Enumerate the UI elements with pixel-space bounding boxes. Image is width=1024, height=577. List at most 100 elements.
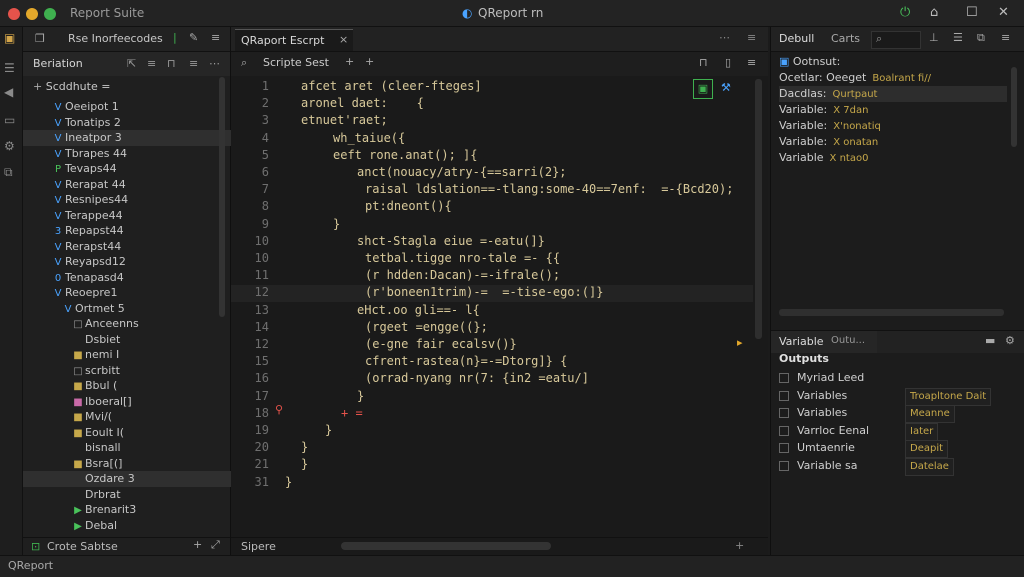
close-window-button[interactable] [8, 8, 20, 20]
output-value-chip[interactable]: Datelae [905, 457, 954, 476]
search-input[interactable]: ⌕ [871, 31, 921, 49]
output-row[interactable]: Variables [779, 405, 847, 421]
output-value-chip[interactable]: Meanne [905, 405, 955, 423]
tree-item[interactable]: V Tbrapes 44 [23, 146, 241, 162]
tree-item[interactable]: 0 Tenapasd4 [23, 270, 241, 286]
code-line[interactable]: anct(nouacy/atry-{==sarri(2}; [357, 165, 567, 179]
tree-item[interactable]: □ Anceenns [23, 316, 261, 332]
tree-item[interactable]: ▶ Debal [23, 518, 261, 534]
breakpoint-icon[interactable]: ⚲ [275, 403, 283, 416]
zoom-window-button[interactable] [44, 8, 56, 20]
code-line[interactable]: cfrent-rastea(n}=-=Dtorg]} { [365, 354, 567, 368]
add-icon[interactable]: + [193, 538, 202, 551]
output-checkbox[interactable] [779, 373, 789, 383]
warning-icon[interactable]: ▸ [737, 336, 743, 349]
code-line[interactable]: (e-gne fair ecalsv()} [365, 337, 517, 351]
code-line[interactable]: eHct.oo gli==- l{ [357, 303, 480, 317]
close-icon[interactable]: ✕ [998, 5, 1009, 20]
tree-item[interactable]: V Tonatips 2 [23, 115, 241, 131]
horizontal-scrollbar[interactable] [341, 542, 551, 550]
tree-item[interactable]: V Terappe44 [23, 208, 241, 224]
lock-icon[interactable]: ⊓ [699, 56, 708, 69]
step-icon[interactable]: ⊥ [929, 31, 939, 44]
extensions-icon[interactable]: ⧉ [4, 165, 13, 180]
maximize-icon[interactable]: ☐ [966, 5, 978, 20]
tree-header[interactable]: + Scddhute = [33, 80, 110, 93]
code-line[interactable]: } [285, 475, 292, 489]
tree-item[interactable]: P Tevaps44 [23, 161, 241, 177]
minimize-icon[interactable]: ▬ [985, 334, 995, 347]
debug-row[interactable]: Dacdlas: Qurtpaut [779, 86, 1007, 102]
output-row[interactable]: Variables [779, 388, 847, 404]
filter-icon[interactable]: ≡ [189, 57, 198, 70]
home-icon[interactable]: ⌂ [930, 5, 938, 20]
debug-h-scrollbar[interactable] [779, 309, 1004, 316]
sidebar-scrollbar[interactable] [219, 77, 225, 317]
window-icon[interactable]: ▭ [4, 113, 15, 127]
tab-close-icon[interactable]: × [339, 33, 348, 46]
tree-item[interactable]: V Rerapat 44 [23, 177, 241, 193]
expand-icon[interactable]: ⤢ [211, 538, 220, 552]
tree-item[interactable]: ■ Bsra[(] [23, 456, 261, 472]
code-line[interactable]: } [357, 389, 364, 403]
editor-tab[interactable]: QRaport Escrpt × [235, 29, 353, 51]
list-icon[interactable]: ≡ [147, 57, 156, 70]
menu-icon[interactable]: ≡ [747, 56, 756, 69]
output-value-chip[interactable]: Troapltone Dait [905, 387, 992, 406]
code-line[interactable]: shct-Stagla eiue =-eatu(]} [357, 234, 545, 248]
code-line[interactable]: (rgeet =engge((}; [365, 320, 488, 334]
output-checkbox[interactable] [779, 390, 789, 401]
copy-icon[interactable]: ⧉ [977, 31, 985, 45]
code-line[interactable]: eeft rone.anat(); ]{ [333, 148, 478, 162]
more-icon[interactable]: ⋯ [209, 57, 220, 70]
debug-row[interactable]: Variable: X 7dan [779, 102, 1007, 118]
debug-row[interactable]: Variable: X'nonatiq [779, 118, 1007, 134]
code-line[interactable]: (r'boneen1trim)-= =-tise-ego:(]} [365, 285, 603, 299]
output-checkbox[interactable] [779, 460, 789, 471]
code-line[interactable]: } [325, 423, 332, 437]
more-icon[interactable]: ≡ [211, 31, 220, 44]
search-icon[interactable]: ⌕ [241, 56, 247, 70]
menu-icon[interactable]: ≡ [1001, 31, 1010, 44]
output-checkbox[interactable] [779, 425, 789, 436]
code-line[interactable]: etnuet'raet; [301, 113, 388, 127]
code-line[interactable]: afcet aret (cleer-fteges] [301, 79, 482, 93]
tree-item[interactable]: Ozdare 3 [23, 471, 261, 487]
settings-icon[interactable]: ⚙ [1005, 334, 1015, 347]
add-icon[interactable]: + [735, 539, 744, 552]
output-row[interactable]: Variable sa [779, 458, 858, 474]
edit-icon[interactable]: ✎ [189, 31, 198, 44]
settings-icon[interactable]: ⚙ [4, 139, 15, 153]
collapse-icon[interactable]: ⇱ [127, 57, 136, 70]
menu-icon[interactable]: ≡ [747, 31, 756, 44]
sidebar-footer-label[interactable]: Crote Sabtse [47, 540, 118, 553]
explorer-icon[interactable]: ▣ [4, 31, 15, 45]
plus-icon[interactable]: + [33, 80, 46, 93]
power-icon[interactable]: ⏻ [900, 5, 910, 20]
tree-item[interactable]: ■ Iboeral[] [23, 394, 261, 410]
output-value-chip[interactable]: Deapit [905, 440, 949, 458]
minimize-window-button[interactable] [26, 8, 38, 20]
code-area[interactable]: 1 afcet aret (cleer-fteges] 2 aronel daet: … [231, 79, 753, 509]
code-line[interactable]: pt:dneont(){ [365, 199, 452, 213]
tree-item[interactable]: ■ Bbul ( [23, 378, 261, 394]
code-line[interactable]: + = [341, 406, 363, 420]
tree-item[interactable]: V Ortmet 5 [23, 301, 251, 317]
output-row[interactable]: Myriad Leed [779, 370, 864, 386]
code-line[interactable]: } [301, 457, 308, 471]
tree-item[interactable]: 3 Repapst44 [23, 223, 241, 239]
editor-scrollbar[interactable] [755, 79, 762, 339]
output-row[interactable]: Varrloc Eenal [779, 423, 869, 439]
output-value-chip[interactable]: Iater [905, 422, 939, 441]
output-row[interactable]: Umtaenrie [779, 440, 855, 456]
add-icon[interactable]: + [345, 55, 354, 68]
code-line[interactable]: wh_taiue({ [333, 131, 405, 145]
create-icon[interactable]: ⊡ [31, 540, 40, 553]
tree-item[interactable]: V Resnipes44 [23, 192, 241, 208]
code-line[interactable]: (r hdden:Dacan)-=-ifrale(); [365, 268, 560, 282]
tab-carets[interactable]: Carts [831, 32, 860, 45]
stack-icon[interactable]: ☰ [953, 31, 963, 44]
menu-icon[interactable]: ☰ [4, 61, 15, 75]
code-line[interactable]: (orrad-nyang nr(7: {in2 =eatu/] [365, 371, 589, 385]
tree-item[interactable]: □ scrbitt [23, 363, 261, 379]
